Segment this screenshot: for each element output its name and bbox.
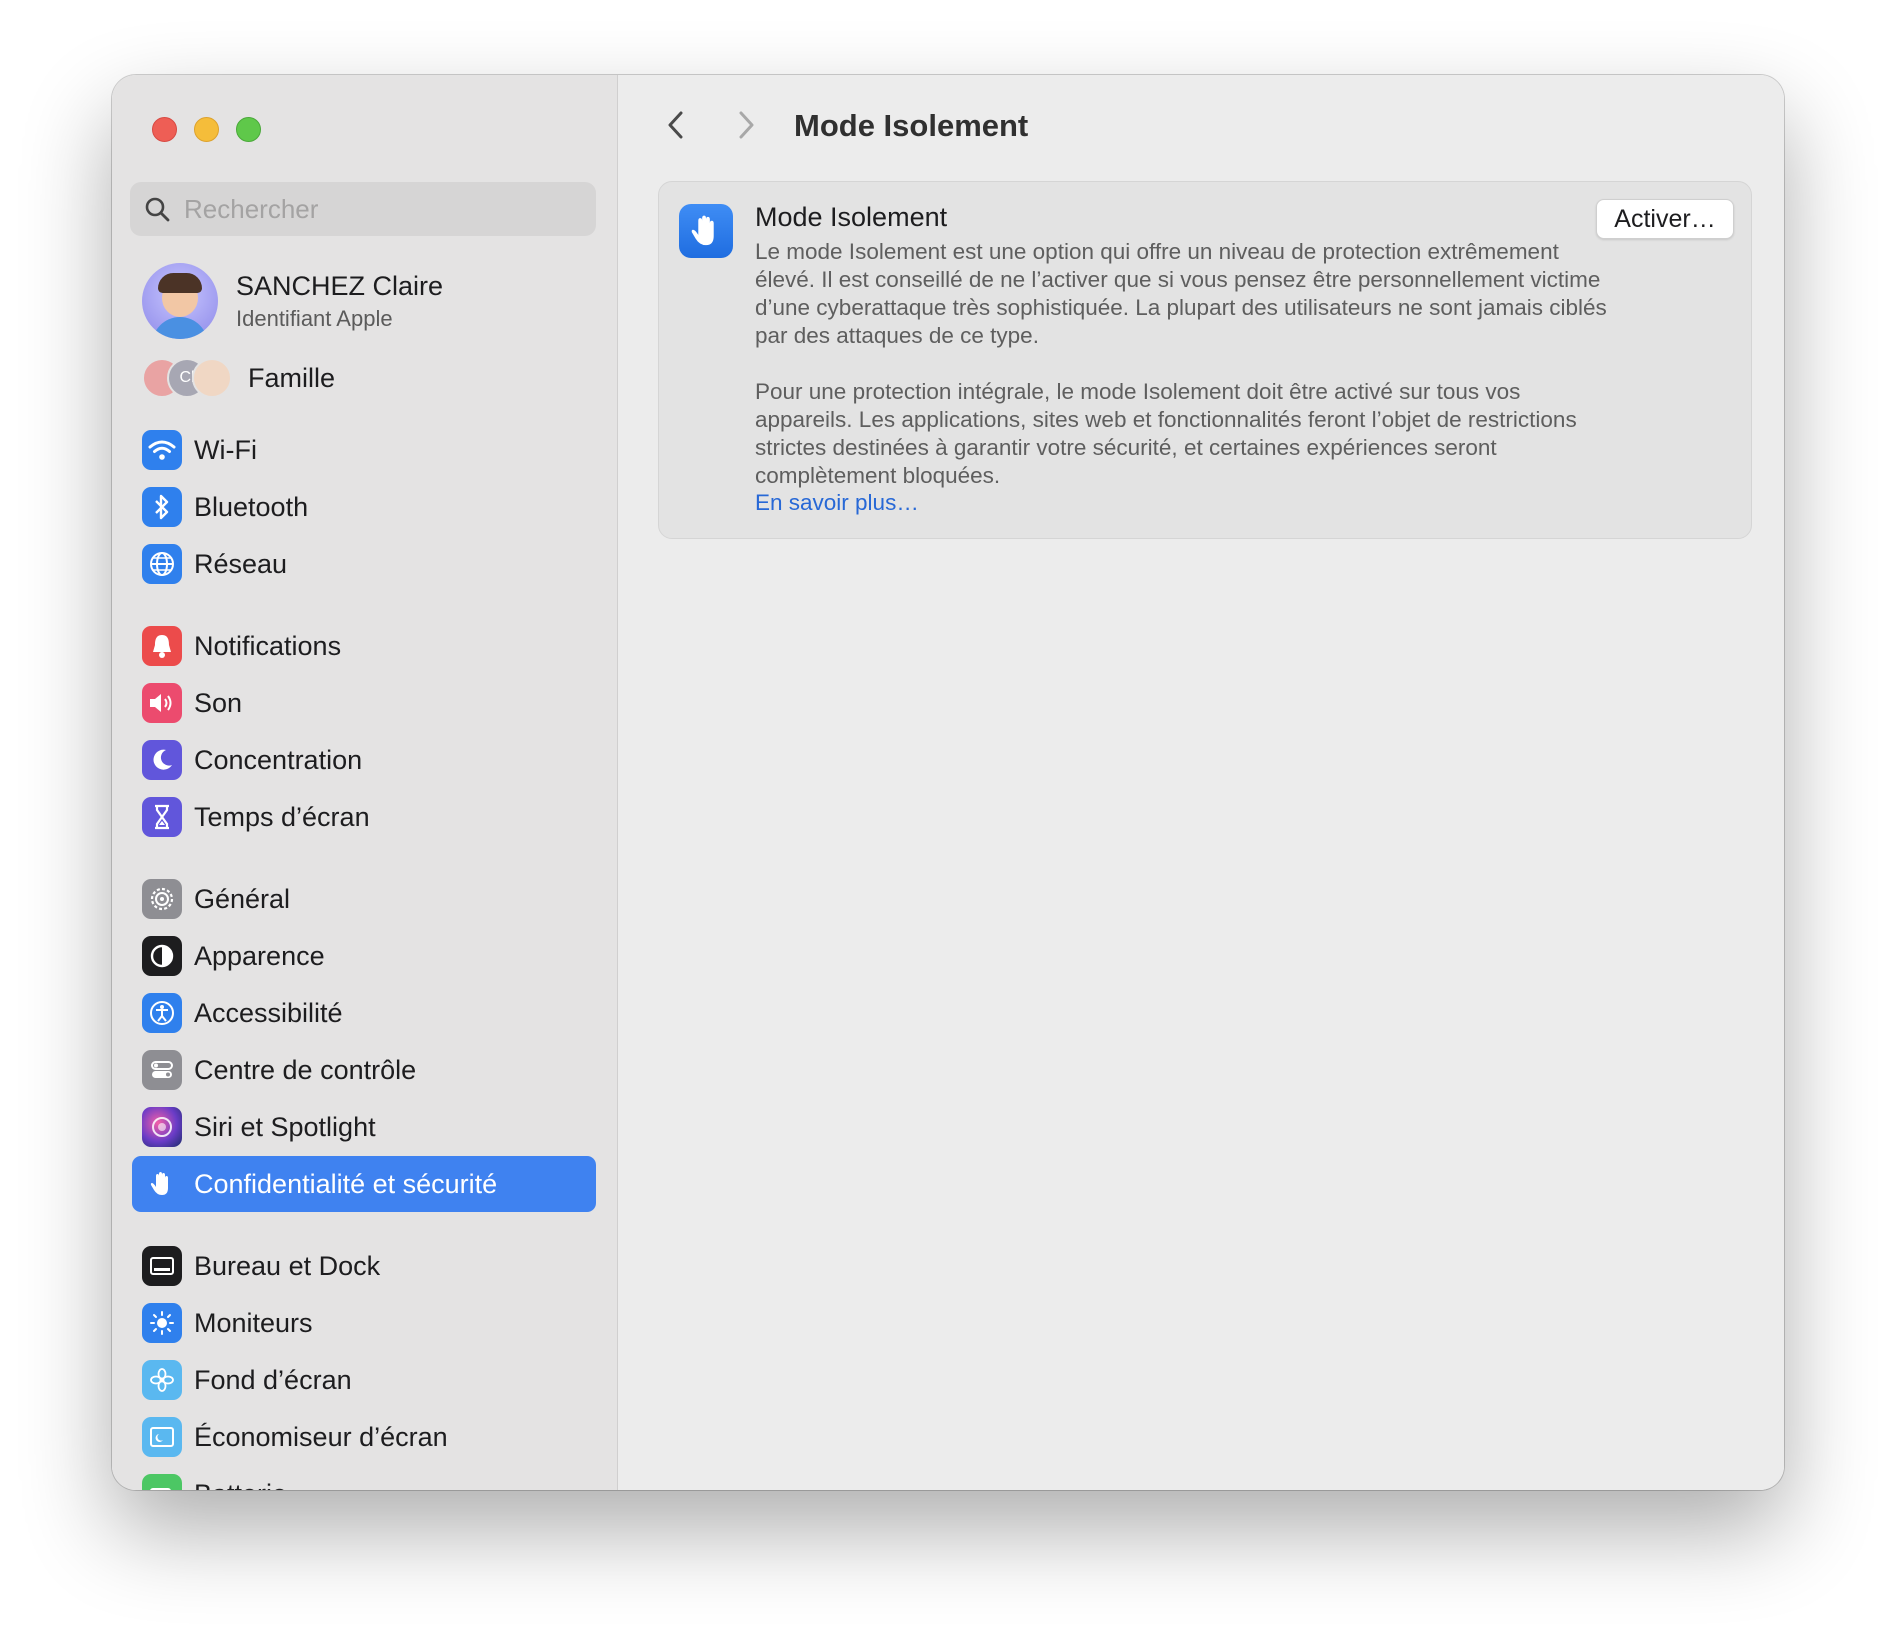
forward-button[interactable] [726, 103, 766, 147]
flower-icon [142, 1360, 182, 1400]
sidebar-item-label: Son [194, 687, 243, 718]
search-field[interactable] [130, 182, 596, 236]
bluetooth-icon [142, 487, 182, 527]
lockdown-mode-panel: Mode Isolement Le mode Isolement est une… [658, 181, 1752, 539]
sidebar-item-label: Économiseur d’écran [194, 1421, 448, 1452]
sidebar-item-sound[interactable]: Son [132, 675, 596, 731]
bell-icon [142, 626, 182, 666]
user-name: SANCHEZ Claire [236, 270, 444, 301]
globe-icon [142, 544, 182, 584]
dock-icon [142, 1246, 182, 1286]
sidebar-item-label: Confidentialité et sécurité [194, 1168, 498, 1199]
sidebar-item-label: Bureau et Dock [194, 1250, 381, 1281]
sidebar-item-screensaver[interactable]: Économiseur d’écran [132, 1409, 596, 1465]
sun-icon [142, 1303, 182, 1343]
sidebar-item-privacy-security[interactable]: Confidentialité et sécurité [132, 1156, 596, 1212]
screensaver-icon [142, 1417, 182, 1457]
close-button[interactable] [152, 117, 177, 142]
sidebar-item-control-center[interactable]: Centre de contrôle [132, 1042, 596, 1098]
sidebar-item-general[interactable]: Général [132, 871, 596, 927]
appearance-icon [142, 936, 182, 976]
user-subtitle: Identifiant Apple [236, 305, 393, 331]
search-input[interactable] [182, 192, 576, 226]
hourglass-icon [142, 797, 182, 837]
page-title: Mode Isolement [794, 108, 1029, 143]
moon-icon [142, 740, 182, 780]
sidebar: SANCHEZ Claire Identifiant Apple Cl Fami… [112, 75, 618, 1490]
hand-icon [679, 204, 733, 258]
siri-icon [142, 1107, 182, 1147]
control-center-icon [142, 1050, 182, 1090]
traffic-lights [152, 117, 261, 142]
sidebar-item-battery[interactable]: Batterie [132, 1466, 596, 1490]
learn-more-link[interactable]: En savoir plus… [755, 490, 919, 516]
gear-icon [142, 879, 182, 919]
sidebar-item-wallpaper[interactable]: Fond d’écran [132, 1352, 596, 1408]
sidebar-item-label: Siri et Spotlight [194, 1111, 376, 1142]
family-avatars: Cl [142, 358, 232, 398]
sidebar-item-label: Concentration [194, 744, 363, 775]
sidebar-item-siri[interactable]: Siri et Spotlight [132, 1099, 596, 1155]
hand-icon [142, 1164, 182, 1204]
back-button[interactable] [656, 103, 696, 147]
sidebar-item-label: Fond d’écran [194, 1364, 352, 1395]
sidebar-item-label: Wi-Fi [194, 434, 257, 465]
main-content: Mode Isolement Mode Isolement Le mode Is… [618, 75, 1784, 1490]
sidebar-item-label: Général [194, 883, 291, 914]
avatar [142, 263, 218, 339]
sidebar-item-label: Réseau [194, 548, 288, 579]
sidebar-item-bluetooth[interactable]: Bluetooth [132, 479, 596, 535]
chevron-right-icon [739, 111, 754, 139]
wifi-icon [142, 430, 182, 470]
sidebar-item-desktop-dock[interactable]: Bureau et Dock [132, 1238, 596, 1294]
apple-account[interactable]: SANCHEZ Claire Identifiant Apple [142, 263, 443, 339]
sidebar-item-screen-time[interactable]: Temps d’écran [132, 789, 596, 845]
activate-button[interactable]: Activer… [1596, 199, 1734, 239]
panel-description: Le mode Isolement est une option qui off… [755, 238, 1615, 518]
sidebar-item-label: Temps d’écran [194, 801, 370, 832]
sidebar-item-wifi[interactable]: Wi-Fi [132, 422, 596, 478]
sidebar-item-label: Apparence [194, 940, 325, 971]
sidebar-item-accessibility[interactable]: Accessibilité [132, 985, 596, 1041]
battery-icon [142, 1474, 182, 1490]
sidebar-item-label: Accessibilité [194, 997, 343, 1028]
sidebar-item-notifications[interactable]: Notifications [132, 618, 596, 674]
accessibility-icon [142, 993, 182, 1033]
settings-window: SANCHEZ Claire Identifiant Apple Cl Fami… [112, 75, 1784, 1490]
description-paragraph: Pour une protection intégrale, le mode I… [755, 379, 1577, 488]
sidebar-item-network[interactable]: Réseau [132, 536, 596, 592]
family-item[interactable]: Cl Famille [142, 358, 335, 398]
chevron-left-icon [668, 111, 683, 139]
sidebar-item-label: Batterie [194, 1479, 287, 1491]
sidebar-item-label: Moniteurs [194, 1307, 313, 1338]
sidebar-item-label: Centre de contrôle [194, 1054, 417, 1085]
sidebar-item-appearance[interactable]: Apparence [132, 928, 596, 984]
zoom-button[interactable] [236, 117, 261, 142]
sidebar-item-focus[interactable]: Concentration [132, 732, 596, 788]
minimize-button[interactable] [194, 117, 219, 142]
family-label: Famille [248, 362, 336, 393]
family-avatar [192, 358, 232, 398]
speaker-icon [142, 683, 182, 723]
panel-title: Mode Isolement [755, 202, 948, 232]
sidebar-item-label: Notifications [194, 630, 342, 661]
sidebar-item-displays[interactable]: Moniteurs [132, 1295, 596, 1351]
search-icon [145, 197, 170, 222]
description-paragraph: Le mode Isolement est une option qui off… [755, 239, 1607, 348]
sidebar-item-label: Bluetooth [194, 491, 309, 522]
